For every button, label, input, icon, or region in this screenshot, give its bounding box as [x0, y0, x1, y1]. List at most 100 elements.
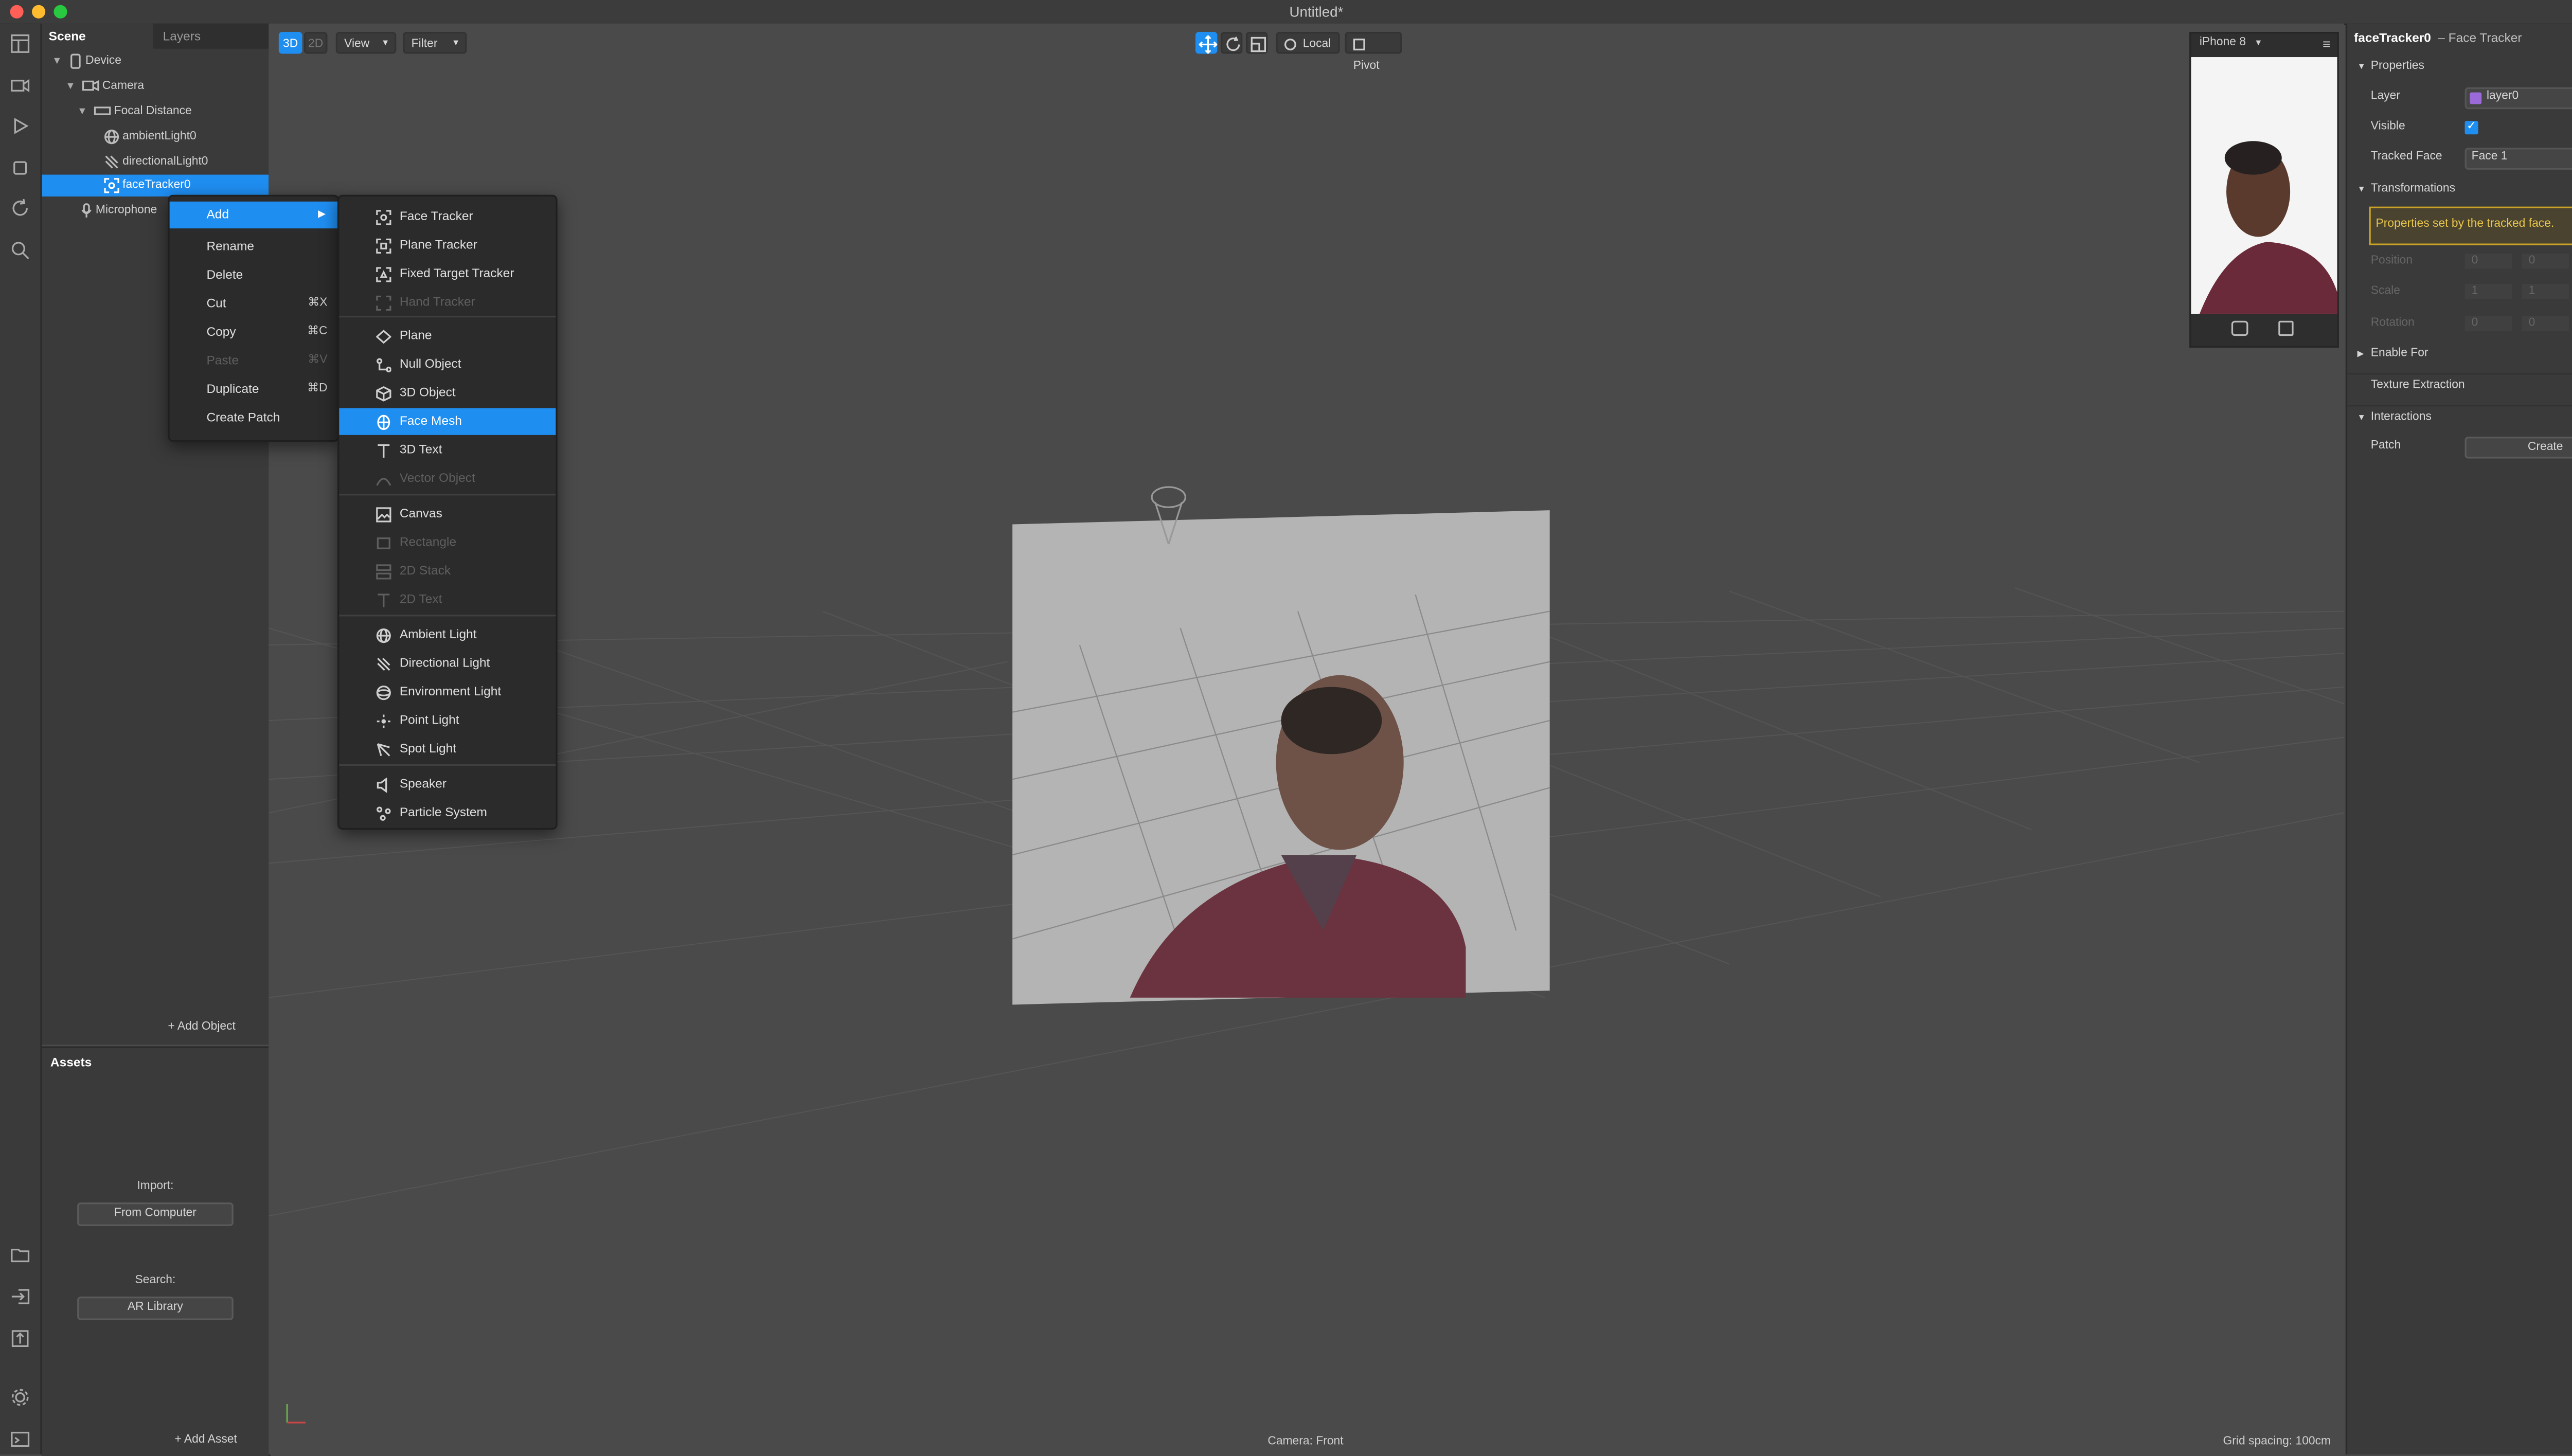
section-enable-for[interactable]: ▶ Enable For — [2347, 343, 2572, 366]
ar-library-button[interactable]: AR Library — [77, 1297, 234, 1320]
tree-item-label: Camera — [102, 80, 145, 93]
expand-arrow-icon[interactable]: ▼ — [52, 52, 65, 72]
menu-item-copy[interactable]: Copy ⌘C — [170, 319, 337, 346]
stop-icon[interactable] — [10, 158, 30, 178]
section-texture-extraction[interactable]: Texture Extraction + — [2347, 372, 2572, 398]
tracked-face-dropdown[interactable]: Face 1 ▼ — [2464, 148, 2572, 170]
stack-icon — [376, 564, 391, 580]
expand-arrow-icon[interactable]: ▼ — [65, 77, 79, 97]
submenu-item-canvas[interactable]: Canvas — [339, 500, 556, 527]
submenu-item-null-object[interactable]: Null Object — [339, 351, 556, 378]
submenu-item-fixed-target-tracker[interactable]: Fixed Target Tracker — [339, 260, 556, 287]
submenu-item-ambient-light[interactable]: Ambient Light — [339, 621, 556, 648]
submenu-item-label: Hand Tracker — [399, 294, 475, 309]
ambient-light-icon — [376, 628, 391, 643]
submenu-item-rectangle: Rectangle — [339, 529, 556, 556]
section-properties[interactable]: ▼ Properties — [2347, 56, 2572, 79]
submenu-item-environment-light[interactable]: Environment Light — [339, 678, 556, 705]
plane-tracker-icon — [376, 238, 391, 254]
submenu-item-label: Plane — [399, 327, 432, 343]
submenu-item-label: 3D Object — [399, 384, 456, 400]
tree-item-focal-distance[interactable]: ▼ Focal Distance — [77, 102, 269, 122]
menu-item-duplicate[interactable]: Duplicate ⌘D — [170, 376, 337, 403]
menu-item-rename[interactable]: Rename — [170, 233, 337, 260]
import-icon[interactable] — [10, 1286, 30, 1306]
rotate-device-icon[interactable] — [2278, 320, 2294, 336]
expand-arrow-icon[interactable]: ▼ — [77, 102, 91, 122]
device-selector[interactable]: iPhone 8 ▼ — [2200, 37, 2263, 49]
visible-checkbox[interactable]: ✓ — [2464, 121, 2478, 135]
shortcut-label: ⌘X — [308, 297, 328, 309]
device-preview[interactable]: iPhone 8 ▼ ≡ — [2189, 32, 2339, 348]
tree-item-label: Device — [85, 55, 122, 67]
section-transformations[interactable]: ▼ Transformations — [2347, 178, 2572, 202]
play-icon[interactable] — [10, 116, 30, 136]
add-object-button[interactable]: + Add Object — [168, 1021, 236, 1033]
refresh-icon[interactable] — [10, 198, 30, 218]
submenu-item-2d-text: 2D Text — [339, 586, 556, 613]
mode-3d-button[interactable]: 3D — [278, 32, 302, 54]
inspector-header: faceTracker0 – Face Tracker — [2354, 30, 2522, 45]
menu-item-create-patch[interactable]: Create Patch — [170, 405, 337, 432]
tree-item-directionallight0[interactable]: directionalLight0 — [104, 153, 269, 173]
console-icon[interactable] — [10, 1429, 30, 1449]
submenu-item-3d-object[interactable]: 3D Object — [339, 380, 556, 406]
inspector-panel: faceTracker0 – Face Tracker ▼ Properties… — [2345, 23, 2572, 1455]
chevron-right-icon: ▶ — [318, 210, 326, 220]
layer-dropdown[interactable]: layer0 ▼ — [2464, 87, 2572, 110]
tree-item-device[interactable]: ▼ Device — [52, 52, 269, 72]
add-asset-button[interactable]: + Add Asset — [174, 1434, 237, 1446]
settings-icon[interactable] — [10, 1387, 30, 1407]
menu-item-add[interactable]: Add ▶ — [169, 201, 338, 229]
tab-scene[interactable]: Scene — [42, 23, 153, 49]
scene-tabs: Scene Layers — [42, 23, 269, 49]
view-dropdown[interactable]: View ▼ — [335, 32, 397, 54]
submenu-item-label: 2D Text — [399, 591, 442, 606]
object-name: faceTracker0 — [2354, 30, 2431, 46]
submenu-item-face-mesh[interactable]: Face Mesh — [339, 408, 556, 435]
layout-icon[interactable] — [10, 33, 30, 53]
scale-tool-button[interactable] — [1245, 32, 1268, 54]
move-tool-button[interactable] — [1195, 32, 1218, 54]
tree-item-camera[interactable]: ▼ Camera — [65, 77, 269, 97]
submenu-item-3d-text[interactable]: 3D Text — [339, 437, 556, 463]
viewport[interactable]: 3D 2D View ▼ Filter ▼ Local Pivot iPhone… — [269, 23, 2344, 1455]
submenu-item-hand-tracker: Hand Tracker — [339, 289, 556, 316]
submenu-item-plane-tracker[interactable]: Plane Tracker — [339, 232, 556, 259]
layer-label: Layer — [2370, 91, 2400, 103]
filter-dropdown[interactable]: Filter ▼ — [403, 32, 467, 54]
submenu-item-spot-light[interactable]: Spot Light — [339, 735, 556, 762]
menu-item-cut[interactable]: Cut ⌘X — [170, 291, 337, 317]
tree-item-label: Focal Distance — [114, 105, 192, 118]
rotation-y-field: 0 — [2522, 315, 2569, 331]
section-interactions[interactable]: ▼ Interactions — [2347, 405, 2572, 430]
menu-item-delete[interactable]: Delete — [170, 262, 337, 289]
rotate-tool-button[interactable] — [1220, 32, 1243, 54]
search-icon[interactable] — [10, 240, 30, 260]
submenu-item-label: 2D Stack — [399, 562, 451, 578]
menu-icon[interactable]: ≡ — [2323, 37, 2330, 52]
tracked-face-row: Tracked Face Face 1 ▼ — [2347, 146, 2572, 170]
submenu-item-plane[interactable]: Plane — [339, 322, 556, 349]
tab-layers[interactable]: Layers — [153, 23, 269, 49]
assets-panel: Assets Import: From Computer Search: AR … — [42, 1046, 271, 1456]
from-computer-button[interactable]: From Computer — [77, 1202, 234, 1226]
submenu-item-directional-light[interactable]: Directional Light — [339, 650, 556, 677]
tree-item-ambientlight0[interactable]: ambientLight0 — [104, 128, 269, 148]
mode-2d-button[interactable]: 2D — [303, 32, 328, 54]
face-mesh-icon — [377, 415, 390, 430]
screenshot-icon[interactable] — [2231, 320, 2248, 336]
submenu-item-point-light[interactable]: Point Light — [339, 707, 556, 734]
create-patch-button[interactable]: Create — [2464, 437, 2572, 459]
pivot-button[interactable]: Pivot — [1345, 32, 1402, 72]
scale-y-field: 1 — [2522, 283, 2569, 299]
video-icon[interactable] — [10, 76, 30, 96]
submenu-item-speaker[interactable]: Speaker — [339, 771, 556, 798]
export-icon[interactable] — [10, 1328, 30, 1349]
folder-icon[interactable] — [10, 1245, 30, 1265]
submenu-item-face-tracker[interactable]: Face Tracker — [339, 203, 556, 230]
rotate-icon — [1226, 37, 1240, 51]
local-button[interactable]: Local — [1276, 32, 1340, 54]
tree-item-facetracker0[interactable]: faceTracker0 — [42, 174, 269, 197]
submenu-item-particle-system[interactable]: Particle System — [339, 799, 556, 826]
